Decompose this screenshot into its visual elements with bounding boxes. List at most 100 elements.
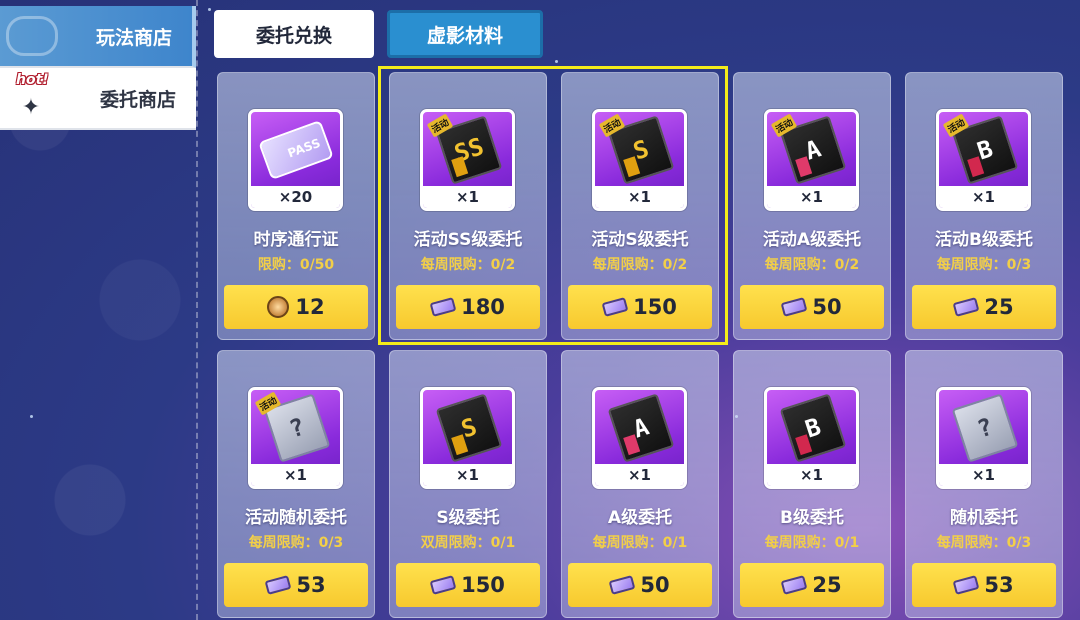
item-name: 时序通行证 [253, 230, 339, 250]
rank-letter: ? [285, 412, 309, 444]
buy-button[interactable]: 25 [740, 563, 884, 607]
purchase-limit: 每周限购：0/3 [936, 257, 1032, 273]
hot-badge: hot! [16, 72, 49, 88]
ticket-icon [429, 297, 457, 317]
item-quantity: ×1 [939, 464, 1028, 486]
shop-sidebar: 玩法商店 hot! ✦ 委托商店 [0, 6, 196, 130]
commission-ticket-icon: A [607, 393, 675, 463]
price-value: 53 [984, 573, 1014, 597]
item-icon-frame: B ×1 [764, 387, 859, 489]
item-name: S级委托 [436, 508, 500, 528]
purchase-limit: 每周限购：0/3 [936, 535, 1032, 551]
pass-ticket-icon: PASS [258, 119, 334, 181]
shop-item-card[interactable]: S 活动 ×1 活动S级委托 每周限购：0/2 150 [561, 72, 719, 340]
shop-item-card[interactable]: S ×1 S级委托 双周限购：0/1 150 [389, 350, 547, 618]
buy-button[interactable]: 53 [912, 563, 1056, 607]
commission-icon: ✦ [21, 94, 41, 120]
item-icon-frame: ? ×1 [936, 387, 1031, 489]
shop-item-card[interactable]: PASS ×20 时序通行证 限购：0/50 12 [217, 72, 375, 340]
gamepad-icon [6, 16, 58, 56]
shop-item-card[interactable]: A 活动 ×1 活动A级委托 每周限购：0/2 50 [733, 72, 891, 340]
shop-item-card[interactable]: ? ×1 随机委托 每周限购：0/3 53 [905, 350, 1063, 618]
price-value: 25 [812, 573, 842, 597]
item-icon-frame: A ×1 [592, 387, 687, 489]
purchase-limit: 每周限购：0/2 [592, 257, 688, 273]
item-quantity: ×20 [251, 186, 340, 208]
ticket-icon [952, 297, 980, 317]
sidebar-item-label: 委托商店 [99, 88, 176, 111]
price-value: 50 [812, 295, 842, 319]
ticket-icon [429, 575, 457, 595]
item-quantity: ×1 [595, 464, 684, 486]
buy-button[interactable]: 12 [224, 285, 368, 329]
item-name: 活动SS级委托 [413, 230, 523, 250]
item-name: B级委托 [780, 508, 844, 528]
item-icon-frame: ? 活动 ×1 [248, 387, 343, 489]
item-quantity: ×1 [767, 464, 856, 486]
item-quantity: ×1 [939, 186, 1028, 208]
sparkle [30, 415, 33, 418]
buy-button[interactable]: 180 [396, 285, 540, 329]
price-value: 150 [461, 573, 505, 597]
price-value: 53 [296, 573, 326, 597]
medal-icon [267, 296, 290, 318]
buy-button[interactable]: 150 [568, 285, 712, 329]
price-value: 50 [640, 573, 670, 597]
item-name: 活动B级委托 [935, 230, 1033, 250]
sparkle [208, 8, 211, 11]
buy-button[interactable]: 150 [396, 563, 540, 607]
sidebar-item-label: 玩法商店 [95, 26, 172, 49]
shop-item-card[interactable]: A ×1 A级委托 每周限购：0/1 50 [561, 350, 719, 618]
buy-button[interactable]: 25 [912, 285, 1056, 329]
item-quantity: ×1 [423, 186, 512, 208]
item-icon-frame: S ×1 [420, 387, 515, 489]
purchase-limit: 双周限购：0/1 [420, 535, 516, 551]
purchase-limit: 每周限购：0/3 [248, 535, 344, 551]
tab-phantom-materials[interactable]: 虚影材料 [387, 10, 543, 58]
item-name: 活动A级委托 [762, 230, 862, 250]
item-name: A级委托 [607, 508, 673, 528]
shop-item-card[interactable]: SS 活动 ×1 活动SS级委托 每周限购：0/2 180 [389, 72, 547, 340]
item-name: 随机委托 [950, 508, 1018, 528]
price-value: 12 [295, 295, 325, 319]
item-name: 活动S级委托 [591, 230, 689, 250]
buy-button[interactable]: 53 [224, 563, 368, 607]
commission-ticket-icon: S [435, 393, 503, 463]
ticket-icon [608, 575, 636, 595]
rank-letter: ? [973, 412, 997, 444]
buy-button[interactable]: 50 [568, 563, 712, 607]
tab-commission-exchange[interactable]: 委托兑换 [214, 10, 374, 58]
sparkle [555, 60, 558, 63]
ticket-icon [601, 297, 629, 317]
buy-button[interactable]: 50 [740, 285, 884, 329]
purchase-limit: 每周限购：0/1 [764, 535, 860, 551]
ticket-icon [264, 575, 292, 595]
item-icon-frame: S 活动 ×1 [592, 109, 687, 211]
sidebar-item-gameplay-shop[interactable]: 玩法商店 [0, 6, 196, 68]
item-quantity: ×1 [423, 464, 512, 486]
shop-item-card[interactable]: B 活动 ×1 活动B级委托 每周限购：0/3 25 [905, 72, 1063, 340]
item-quantity: ×1 [595, 186, 684, 208]
divider [196, 0, 198, 620]
item-icon-frame: SS 活动 ×1 [420, 109, 515, 211]
shop-item-card[interactable]: B ×1 B级委托 每周限购：0/1 25 [733, 350, 891, 618]
price-value: 25 [984, 295, 1014, 319]
commission-ticket-icon: ? [951, 393, 1019, 463]
item-quantity: ×1 [767, 186, 856, 208]
price-value: 180 [461, 295, 505, 319]
ticket-icon [780, 297, 808, 317]
purchase-limit: 每周限购：0/2 [420, 257, 516, 273]
purchase-limit: 每周限购：0/1 [592, 535, 688, 551]
commission-ticket-icon: B [779, 393, 847, 463]
purchase-limit: 限购：0/50 [257, 257, 335, 273]
item-icon-frame: A 活动 ×1 [764, 109, 859, 211]
ticket-icon [952, 575, 980, 595]
item-name: 活动随机委托 [245, 508, 347, 528]
ticket-icon [780, 575, 808, 595]
shop-item-card[interactable]: ? 活动 ×1 活动随机委托 每周限购：0/3 53 [217, 350, 375, 618]
item-quantity: ×1 [251, 464, 340, 486]
item-icon-frame: PASS ×20 [248, 109, 343, 211]
purchase-limit: 每周限购：0/2 [764, 257, 860, 273]
sidebar-item-commission-shop[interactable]: hot! ✦ 委托商店 [0, 68, 196, 130]
item-icon-frame: B 活动 ×1 [936, 109, 1031, 211]
